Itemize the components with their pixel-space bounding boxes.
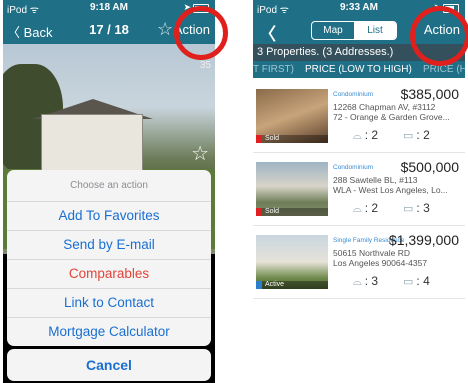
bath-count: 2: [371, 201, 379, 215]
left-screen: iPod ᯤ 9:18 AM ➤ 〈 Back 17 / 18 ☆ Action…: [3, 0, 215, 383]
status-badge: Sold: [256, 135, 328, 143]
house-shape: [41, 114, 143, 171]
address-line-2: Los Angeles 90064-4357: [333, 258, 428, 268]
favorite-star-icon[interactable]: ☆: [157, 19, 173, 40]
listing-list: Sold Condominium $385,000 12268 Chapman …: [253, 80, 465, 299]
action-sheet: Choose an action Add To Favorites Send b…: [7, 170, 211, 346]
mortgage-calculator-button[interactable]: Mortgage Calculator: [7, 318, 211, 346]
bed-count: 3: [423, 201, 430, 215]
status-label: Sold: [265, 135, 280, 142]
address-line-1: 12268 Chapman AV, #3112: [333, 102, 436, 112]
address-line-2: WLA - West Los Angeles, Lo...: [333, 185, 448, 195]
bath-count: 3: [371, 274, 379, 288]
cancel-button[interactable]: Cancel: [7, 349, 211, 381]
list-segment[interactable]: List: [354, 22, 396, 39]
comparables-button[interactable]: Comparables: [7, 260, 211, 289]
status-badge: Sold: [256, 208, 328, 216]
bed-icon: ▭: [403, 203, 414, 215]
bathtub-icon: ⌓: [353, 276, 362, 288]
highlight-circle: [174, 6, 228, 60]
listing-price: $500,000: [400, 159, 459, 175]
action-sheet-title: Choose an action: [7, 170, 211, 202]
bathrooms: ⌓: 2: [353, 128, 379, 142]
listing-price: $385,000: [400, 86, 459, 102]
send-by-email-button[interactable]: Send by E-mail: [7, 231, 211, 260]
bedrooms: ▭: 4: [403, 274, 430, 288]
list-item[interactable]: Sold Condominium $500,000 288 Sawtelle B…: [253, 153, 465, 226]
property-type: Condominium: [333, 164, 374, 171]
view-segmented-control: Map List: [311, 21, 397, 40]
status-badge: Active: [256, 281, 328, 289]
status-label: Sold: [265, 208, 280, 215]
property-type: Condominium: [333, 91, 374, 98]
bed-count: 2: [423, 128, 430, 142]
status-label: Active: [265, 281, 285, 288]
bathrooms: ⌓: 3: [353, 274, 379, 288]
sort-option-prev[interactable]: T FIRST): [253, 61, 294, 78]
bed-icon: ▭: [403, 130, 414, 142]
bathtub-icon: ⌓: [353, 130, 362, 142]
bedrooms: ▭: 2: [403, 128, 430, 142]
star-icon[interactable]: ☆: [191, 141, 209, 166]
back-chevron-icon[interactable]: 〈: [259, 20, 276, 45]
bed-count: 4: [423, 274, 430, 288]
address-line-1: 288 Sawtelle BL, #113: [333, 175, 418, 185]
add-to-favorites-button[interactable]: Add To Favorites: [7, 202, 211, 231]
photo-number: 35: [199, 60, 211, 71]
bathrooms: ⌓: 2: [353, 201, 379, 215]
address-line-1: 50615 Northvale RD: [333, 248, 411, 258]
list-item[interactable]: Active Single Family Residence $1,399,00…: [253, 226, 465, 299]
bath-count: 2: [371, 128, 379, 142]
highlight-circle: [410, 6, 468, 66]
listing-price: $1,399,000: [388, 232, 459, 248]
bedrooms: ▭: 3: [403, 201, 430, 215]
bed-icon: ▭: [403, 276, 414, 288]
list-item[interactable]: Sold Condominium $385,000 12268 Chapman …: [253, 80, 465, 153]
address-line-2: 72 - Orange & Garden Grove...: [333, 112, 450, 122]
map-segment[interactable]: Map: [312, 22, 354, 39]
sort-option-current[interactable]: PRICE (LOW TO HIGH): [305, 61, 412, 78]
bathtub-icon: ⌓: [353, 203, 362, 215]
link-to-contact-button[interactable]: Link to Contact: [7, 289, 211, 318]
